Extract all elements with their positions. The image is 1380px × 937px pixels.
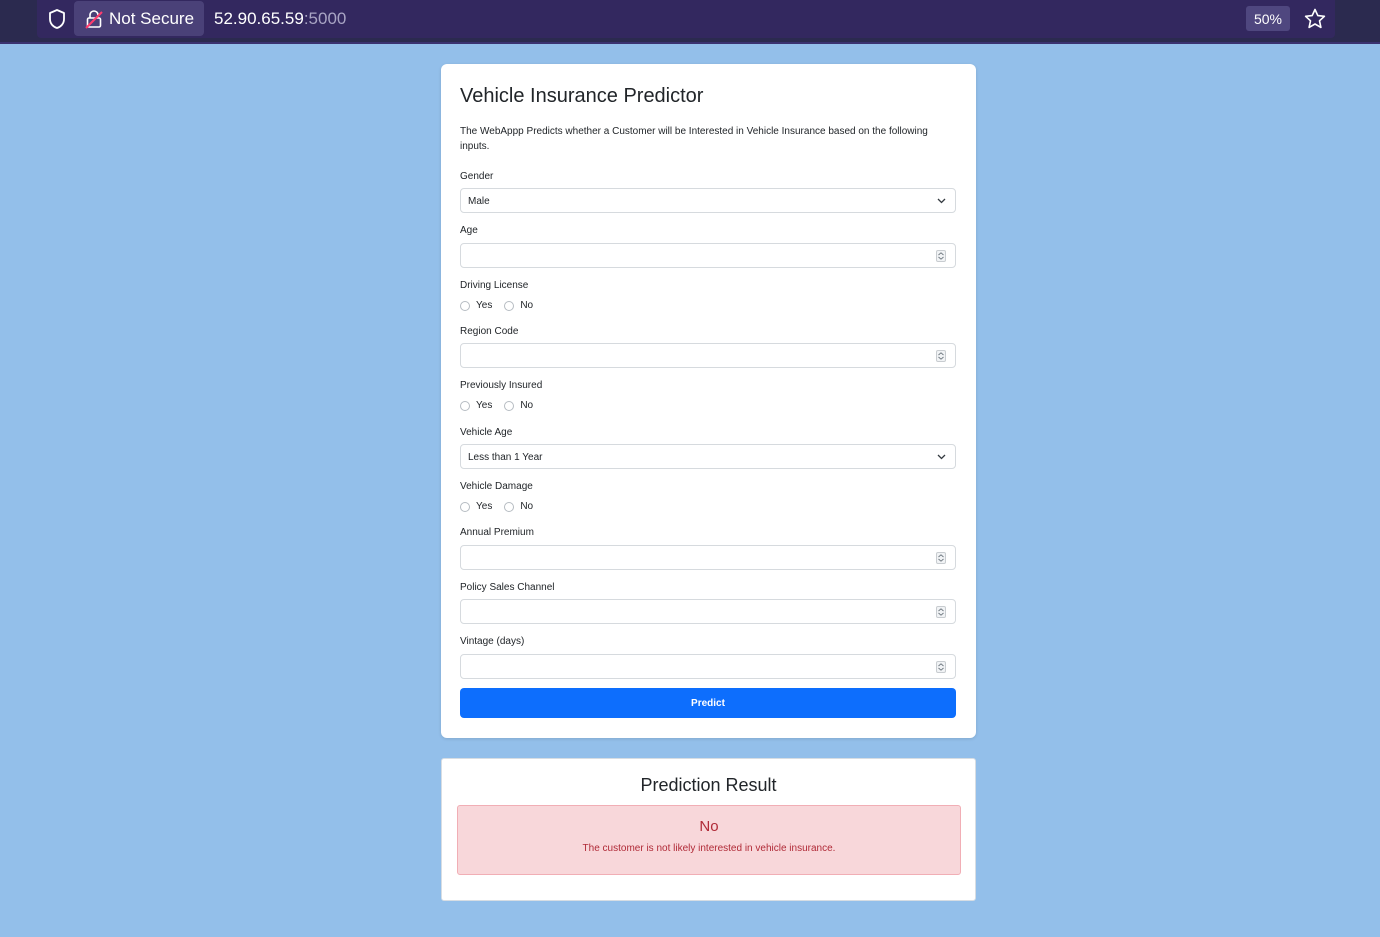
vintage-label: Vintage (days) xyxy=(460,636,525,647)
zoom-indicator[interactable]: 50% xyxy=(1246,6,1290,31)
number-spinner-icon[interactable] xyxy=(936,350,946,362)
security-label: Not Secure xyxy=(109,8,195,28)
age-label: Age xyxy=(460,225,478,236)
policy-sales-channel-label: Policy Sales Channel xyxy=(460,582,555,593)
radio-button[interactable] xyxy=(460,300,470,311)
number-spinner-icon[interactable] xyxy=(936,552,946,564)
browser-toolbar: Not Secure 52.90.65.59:5000 50% xyxy=(0,0,1380,44)
annual-premium-input[interactable] xyxy=(460,545,956,570)
bookmark-star-icon[interactable] xyxy=(1303,7,1327,31)
chevron-down-icon xyxy=(937,454,946,460)
radio-label: No xyxy=(520,501,534,512)
region-code-input[interactable] xyxy=(460,343,956,368)
previously-insured-radio-group: Yes No xyxy=(460,400,545,411)
driving-license-yes-option[interactable]: Yes xyxy=(460,300,492,311)
previously-insured-no-option[interactable]: No xyxy=(504,400,533,411)
radio-button[interactable] xyxy=(504,300,515,311)
radio-label: No xyxy=(520,300,534,311)
url-port: :5000 xyxy=(303,9,347,28)
broken-lock-icon xyxy=(85,9,103,29)
result-answer: No xyxy=(699,818,719,835)
vintage-input[interactable] xyxy=(460,654,956,679)
gender-select[interactable]: Male xyxy=(460,188,956,213)
form-title: Vehicle Insurance Predictor xyxy=(460,85,704,107)
previously-insured-label: Previously Insured xyxy=(460,380,543,391)
radio-label: Yes xyxy=(476,501,493,512)
age-input[interactable] xyxy=(460,243,956,268)
result-alert: No The customer is not likely interested… xyxy=(457,805,961,875)
previously-insured-yes-option[interactable]: Yes xyxy=(460,400,492,411)
predict-button[interactable]: Predict xyxy=(460,688,956,718)
url-host: 52.90.65.59 xyxy=(214,9,304,28)
gender-value: Male xyxy=(468,196,490,207)
vehicle-damage-label: Vehicle Damage xyxy=(460,481,533,492)
gender-label: Gender xyxy=(460,171,494,182)
result-message: The customer is not likely interested in… xyxy=(582,843,836,854)
radio-button[interactable] xyxy=(504,501,515,512)
radio-label: Yes xyxy=(476,400,493,411)
radio-button[interactable] xyxy=(504,400,515,411)
radio-label: No xyxy=(520,400,534,411)
vehicle-age-label: Vehicle Age xyxy=(460,427,513,438)
vehicle-age-value: Less than 1 Year xyxy=(468,452,543,463)
vehicle-damage-yes-option[interactable]: Yes xyxy=(460,501,492,512)
number-spinner-icon[interactable] xyxy=(936,661,946,673)
result-title: Prediction Result xyxy=(640,775,777,795)
shield-icon[interactable] xyxy=(47,8,67,30)
radio-label: Yes xyxy=(476,300,493,311)
radio-button[interactable] xyxy=(460,400,470,411)
annual-premium-label: Annual Premium xyxy=(460,527,534,538)
region-code-label: Region Code xyxy=(460,326,519,337)
not-secure-indicator[interactable]: Not Secure xyxy=(74,1,204,36)
driving-license-radio-group: Yes No xyxy=(460,300,545,311)
vehicle-age-select[interactable]: Less than 1 Year xyxy=(460,444,956,469)
policy-sales-channel-input[interactable] xyxy=(460,599,956,624)
radio-button[interactable] xyxy=(460,501,470,512)
vehicle-damage-radio-group: Yes No xyxy=(460,501,545,512)
driving-license-no-option[interactable]: No xyxy=(504,300,533,311)
driving-license-label: Driving License xyxy=(460,280,529,291)
form-description: The WebAppp Predicts whether a Customer … xyxy=(460,126,928,152)
prediction-result-card: Prediction Result No The customer is not… xyxy=(441,758,976,901)
vehicle-damage-no-option[interactable]: No xyxy=(504,501,533,512)
number-spinner-icon[interactable] xyxy=(936,250,946,262)
predictor-form-card: Vehicle Insurance Predictor The WebAppp … xyxy=(441,64,976,738)
number-spinner-icon[interactable] xyxy=(936,606,946,618)
url-text[interactable]: 52.90.65.59:5000 xyxy=(214,9,346,29)
chevron-down-icon xyxy=(937,198,946,204)
